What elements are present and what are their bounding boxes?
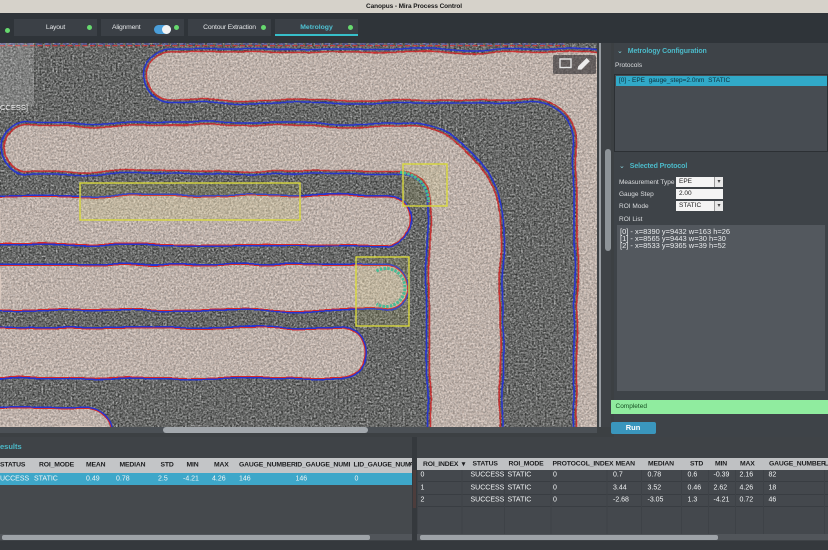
svg-text:CCESS]: CCESS] <box>0 103 28 112</box>
